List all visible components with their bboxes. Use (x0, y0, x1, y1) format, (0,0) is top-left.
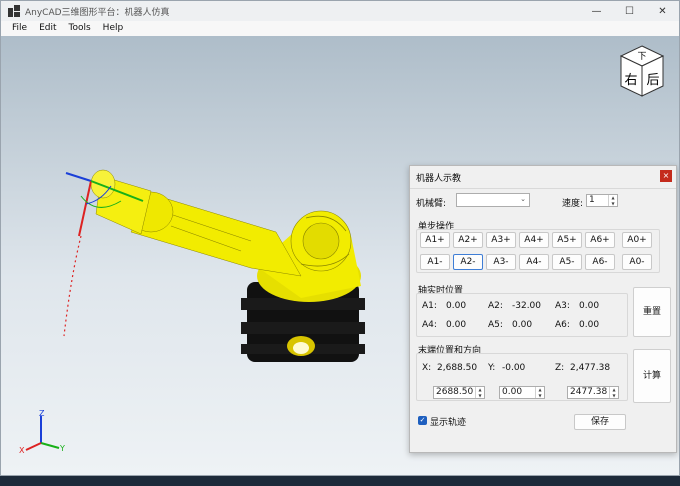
maximize-button[interactable]: ☐ (613, 1, 646, 21)
a0-minus-button[interactable]: A0- (622, 254, 652, 270)
dialog-divider (410, 188, 676, 189)
a6-label: A6: (555, 320, 570, 330)
end-z-label: Z: (555, 363, 565, 373)
robot-teach-dialog: 机器人示教 × 机械臂: ⌄ 速度: 1 ▲ ▼ 单步操作 A1+ A2+ A3+… (409, 165, 677, 453)
dialog-title: 机器人示教 (416, 174, 462, 184)
y-input-value: 0.00 (502, 387, 523, 397)
stepper-arrows-icon[interactable]: ▲ ▼ (475, 387, 484, 398)
a5-label: A5: (488, 320, 503, 330)
menu-help[interactable]: Help (97, 21, 130, 36)
y-input[interactable]: 0.00 ▲ ▼ (499, 386, 545, 399)
joint-group (416, 293, 628, 337)
menu-tools[interactable]: Tools (63, 21, 97, 36)
speed-stepper[interactable]: 1 ▲ ▼ (586, 194, 618, 207)
a6-value: 0.00 (579, 320, 600, 330)
a1-minus-button[interactable]: A1- (420, 254, 450, 270)
a5-minus-button[interactable]: A5- (552, 254, 582, 270)
window-controls: — ☐ ✕ (580, 1, 679, 21)
z-input-value: 2477.38 (570, 387, 608, 397)
arm-select[interactable]: ⌄ (456, 193, 530, 207)
stepper-arrows-icon[interactable]: ▲ ▼ (609, 387, 618, 398)
robot-arm (90, 169, 302, 277)
view-cube[interactable]: 下 右 后 (613, 42, 671, 100)
a3-label: A3: (555, 301, 570, 311)
a2-minus-button[interactable]: A2- (453, 254, 483, 270)
calculate-button[interactable]: 计算 (633, 349, 671, 403)
save-button[interactable]: 保存 (574, 414, 626, 430)
speed-label: 速度: (562, 199, 584, 209)
z-input[interactable]: 2477.38 ▲ ▼ (567, 386, 619, 399)
dialog-close-button[interactable]: × (660, 170, 672, 182)
menu-edit[interactable]: Edit (33, 21, 62, 36)
a5-plus-button[interactable]: A5+ (552, 232, 582, 248)
end-z-value: 2,477.38 (570, 363, 611, 373)
a2-value: -32.00 (512, 301, 542, 311)
end-x-value: 2,688.50 (437, 363, 478, 373)
show-trace-label: 显示轨迹 (430, 418, 467, 428)
stepper-arrows-icon[interactable]: ▲ ▼ (535, 387, 544, 398)
title-bar: AnyCAD三维图形平台：机器人仿真 — ☐ ✕ (1, 1, 679, 21)
a6-plus-button[interactable]: A6+ (585, 232, 615, 248)
end-y-value: -0.00 (502, 363, 526, 373)
viewcube-side-label: 后 (646, 73, 659, 88)
a4-plus-button[interactable]: A4+ (519, 232, 549, 248)
a0-plus-button[interactable]: A0+ (622, 232, 652, 248)
speed-value: 1 (589, 195, 595, 205)
arm-label: 机械臂: (416, 199, 447, 209)
stepper-arrows-icon[interactable]: ▲ ▼ (608, 195, 617, 206)
axis-z-label: Z (39, 409, 45, 418)
a2-plus-button[interactable]: A2+ (453, 232, 483, 248)
app-window: AnyCAD三维图形平台：机器人仿真 — ☐ ✕ File Edit Tools… (0, 0, 680, 476)
close-button[interactable]: ✕ (646, 1, 679, 21)
a4-minus-button[interactable]: A4- (519, 254, 549, 270)
show-trace-checkbox[interactable]: ✓ (418, 416, 427, 425)
a4-value: 0.00 (446, 320, 467, 330)
axis-x-label: X (19, 446, 25, 455)
window-title: AnyCAD三维图形平台：机器人仿真 (25, 7, 170, 18)
minimize-button[interactable]: — (580, 1, 613, 21)
chevron-down-icon: ⌄ (520, 195, 526, 203)
menu-file[interactable]: File (1, 21, 33, 36)
a1-value: 0.00 (446, 301, 467, 311)
a1-plus-button[interactable]: A1+ (420, 232, 450, 248)
viewcube-front-label: 右 (624, 73, 637, 88)
a6-minus-button[interactable]: A6- (585, 254, 615, 270)
menu-bar: File Edit Tools Help (1, 21, 679, 36)
end-y-label: Y: (488, 363, 496, 373)
app-icon (8, 5, 20, 17)
a1-label: A1: (422, 301, 437, 311)
a4-label: A4: (422, 320, 437, 330)
trajectory-path (63, 235, 82, 337)
a3-minus-button[interactable]: A3- (486, 254, 516, 270)
end-x-label: X: (422, 363, 432, 373)
reset-button[interactable]: 重置 (633, 287, 671, 337)
a3-plus-button[interactable]: A3+ (486, 232, 516, 248)
a2-label: A2: (488, 301, 503, 311)
a3-value: 0.00 (579, 301, 600, 311)
axis-y-label: Y (59, 444, 65, 453)
axis-triad (25, 416, 60, 451)
a5-value: 0.00 (512, 320, 533, 330)
x-input-value: 2688.50 (436, 387, 474, 397)
x-input[interactable]: 2688.50 ▲ ▼ (433, 386, 485, 399)
viewcube-top-label: 下 (637, 52, 646, 62)
